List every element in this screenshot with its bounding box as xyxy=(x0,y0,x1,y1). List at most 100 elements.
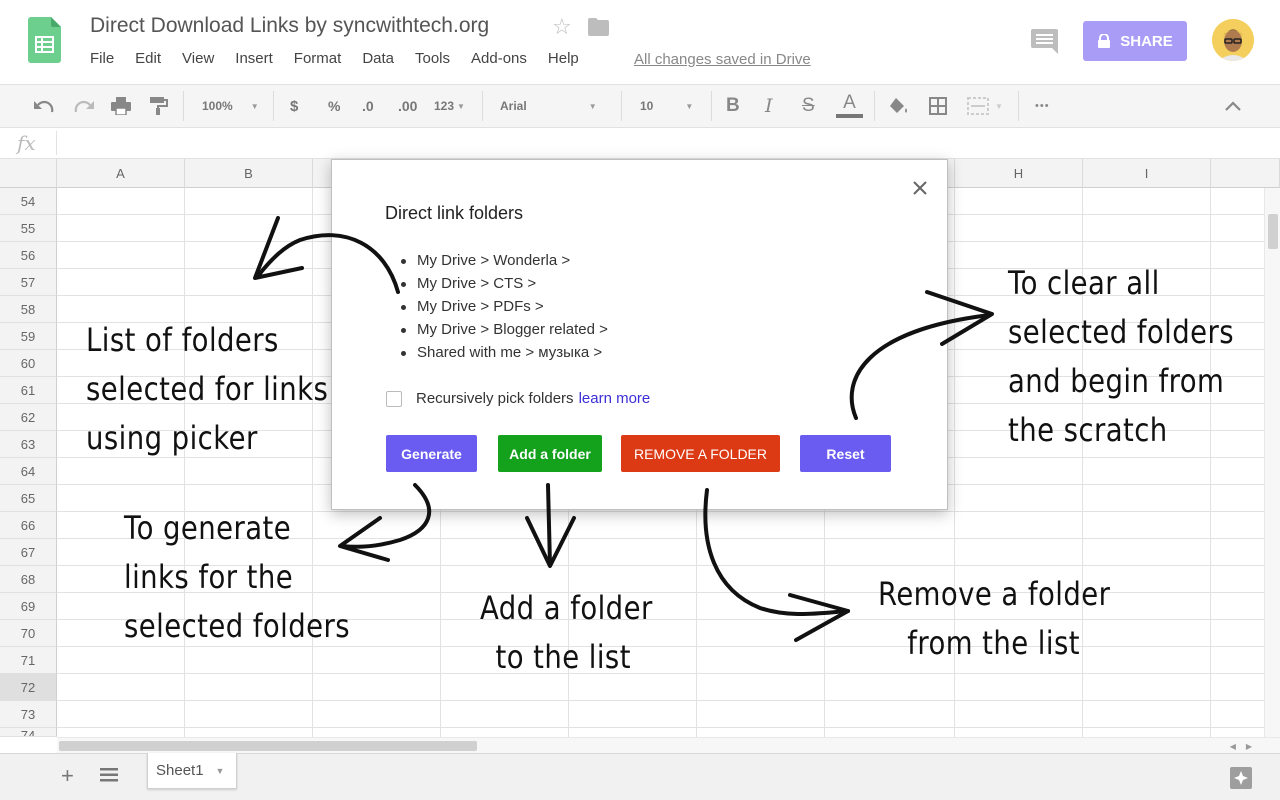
recursive-label: Recursively pick folders xyxy=(416,390,574,407)
share-button[interactable]: SHARE xyxy=(1083,21,1187,61)
format-currency-button[interactable]: $ xyxy=(290,85,298,127)
italic-button[interactable]: I xyxy=(765,85,773,127)
note-line: and begin from xyxy=(1008,362,1225,400)
decrease-decimal-button[interactable]: .0 xyxy=(362,85,374,127)
increase-decimal-button[interactable]: .00 xyxy=(398,85,417,127)
row-header[interactable]: 63 xyxy=(0,431,57,458)
comments-icon[interactable] xyxy=(1031,29,1058,54)
merge-caret-icon: ▼ xyxy=(995,101,1003,111)
horizontal-scrollbar[interactable]: ◀ ▶ xyxy=(57,737,1280,753)
row-header[interactable]: 74 xyxy=(0,728,57,737)
vertical-scroll-thumb[interactable] xyxy=(1268,214,1278,249)
remove-folder-button[interactable]: REMOVE A FOLDER xyxy=(621,435,780,472)
zoom-select[interactable]: 100% ▼ xyxy=(202,85,259,127)
print-icon[interactable] xyxy=(111,85,131,127)
merge-cells-icon[interactable]: ▼ xyxy=(967,85,1003,127)
folder-item: My Drive > Wonderla > xyxy=(401,251,608,274)
row-header[interactable]: 60 xyxy=(0,350,57,377)
row-header[interactable]: 62 xyxy=(0,404,57,431)
row-header[interactable]: 69 xyxy=(0,593,57,620)
column-header-a[interactable]: A xyxy=(57,159,185,188)
row-header[interactable]: 54 xyxy=(0,188,57,215)
column-header-i[interactable]: I xyxy=(1083,159,1211,188)
row-header[interactable]: 61 xyxy=(0,377,57,404)
menu-data[interactable]: Data xyxy=(362,50,394,67)
zoom-caret-icon: ▼ xyxy=(250,101,259,111)
folder-item: My Drive > Blogger related > xyxy=(401,320,608,343)
vertical-scrollbar[interactable] xyxy=(1264,188,1280,737)
more-formats-select[interactable]: 123 ▼ xyxy=(434,85,465,127)
borders-icon[interactable] xyxy=(929,85,947,127)
all-sheets-icon[interactable] xyxy=(100,768,118,782)
menu-file[interactable]: File xyxy=(90,50,114,67)
sheet-tab-caret-icon[interactable]: ▼ xyxy=(216,766,225,776)
format-percent-button[interactable]: % xyxy=(328,85,340,127)
select-all-corner[interactable] xyxy=(0,159,57,188)
close-icon[interactable] xyxy=(910,178,930,198)
row-header[interactable]: 71 xyxy=(0,647,57,674)
row-header-active[interactable]: 72 xyxy=(0,674,57,701)
text-color-button[interactable]: A xyxy=(836,85,863,127)
add-sheet-icon[interactable]: + xyxy=(61,763,74,789)
more-formats-label: 123 xyxy=(434,99,455,113)
row-header[interactable]: 56 xyxy=(0,242,57,269)
row-header[interactable]: 57 xyxy=(0,269,57,296)
sheets-logo-icon[interactable] xyxy=(28,17,61,63)
note-line: the scratch xyxy=(1008,411,1168,449)
note-line: from the list xyxy=(907,624,1080,662)
scroll-right-icon[interactable]: ▶ xyxy=(1246,742,1252,751)
menu-addons[interactable]: Add-ons xyxy=(471,50,527,67)
collapse-toolbar-icon[interactable] xyxy=(1225,85,1241,127)
menu-help[interactable]: Help xyxy=(548,50,579,67)
learn-more-link[interactable]: learn more xyxy=(579,390,651,407)
add-folder-button[interactable]: Add a folder xyxy=(498,435,602,472)
star-icon[interactable]: ☆ xyxy=(552,14,572,40)
paint-format-icon[interactable] xyxy=(150,85,168,127)
font-family-value: Arial xyxy=(500,99,527,113)
horizontal-scroll-thumb[interactable] xyxy=(59,741,477,751)
row-header[interactable]: 66 xyxy=(0,512,57,539)
menu-edit[interactable]: Edit xyxy=(135,50,161,67)
row-header[interactable]: 55 xyxy=(0,215,57,242)
row-header[interactable]: 67 xyxy=(0,539,57,566)
folder-icon[interactable] xyxy=(588,18,609,36)
document-title[interactable]: Direct Download Links by syncwithtech.or… xyxy=(90,14,489,38)
more-options-button[interactable]: ••• xyxy=(1035,85,1050,127)
strikethrough-button[interactable]: S xyxy=(802,85,815,127)
save-status-link[interactable]: All changes saved in Drive xyxy=(634,51,811,68)
menu-view[interactable]: View xyxy=(182,50,214,67)
lock-icon xyxy=(1098,34,1111,48)
formula-bar[interactable]: fx xyxy=(0,128,1280,159)
app-header: Direct Download Links by syncwithtech.or… xyxy=(0,0,1280,84)
note-reset: To clear all selected folders and begin … xyxy=(1008,259,1234,455)
recursive-checkbox[interactable] xyxy=(386,390,402,407)
scroll-left-icon[interactable]: ◀ xyxy=(1230,742,1236,751)
menu-insert[interactable]: Insert xyxy=(235,50,273,67)
generate-button[interactable]: Generate xyxy=(386,435,477,472)
column-header-blank xyxy=(1211,159,1280,188)
column-header-h[interactable]: H xyxy=(955,159,1083,188)
undo-icon[interactable] xyxy=(33,85,55,127)
explore-icon[interactable] xyxy=(1230,767,1252,789)
row-header[interactable]: 64 xyxy=(0,458,57,485)
row-header[interactable]: 59 xyxy=(0,323,57,350)
font-size-select[interactable]: 10 ▼ xyxy=(640,85,693,127)
user-avatar[interactable] xyxy=(1212,19,1254,61)
menu-tools[interactable]: Tools xyxy=(415,50,450,67)
row-header[interactable]: 68 xyxy=(0,566,57,593)
note-line: to the list xyxy=(495,638,631,676)
row-header[interactable]: 65 xyxy=(0,485,57,512)
fill-color-icon[interactable] xyxy=(889,85,909,127)
sheet-tab[interactable]: Sheet1 ▼ xyxy=(147,753,237,789)
font-family-select[interactable]: Arial ▼ xyxy=(500,85,597,127)
row-header[interactable]: 58 xyxy=(0,296,57,323)
reset-button[interactable]: Reset xyxy=(800,435,891,472)
column-header-b[interactable]: B xyxy=(185,159,313,188)
row-header[interactable]: 73 xyxy=(0,701,57,728)
formats-caret-icon: ▼ xyxy=(457,101,465,111)
redo-icon[interactable] xyxy=(73,85,95,127)
row-header[interactable]: 70 xyxy=(0,620,57,647)
bold-button[interactable]: B xyxy=(726,85,740,127)
menu-format[interactable]: Format xyxy=(294,50,342,67)
zoom-value: 100% xyxy=(202,99,233,113)
